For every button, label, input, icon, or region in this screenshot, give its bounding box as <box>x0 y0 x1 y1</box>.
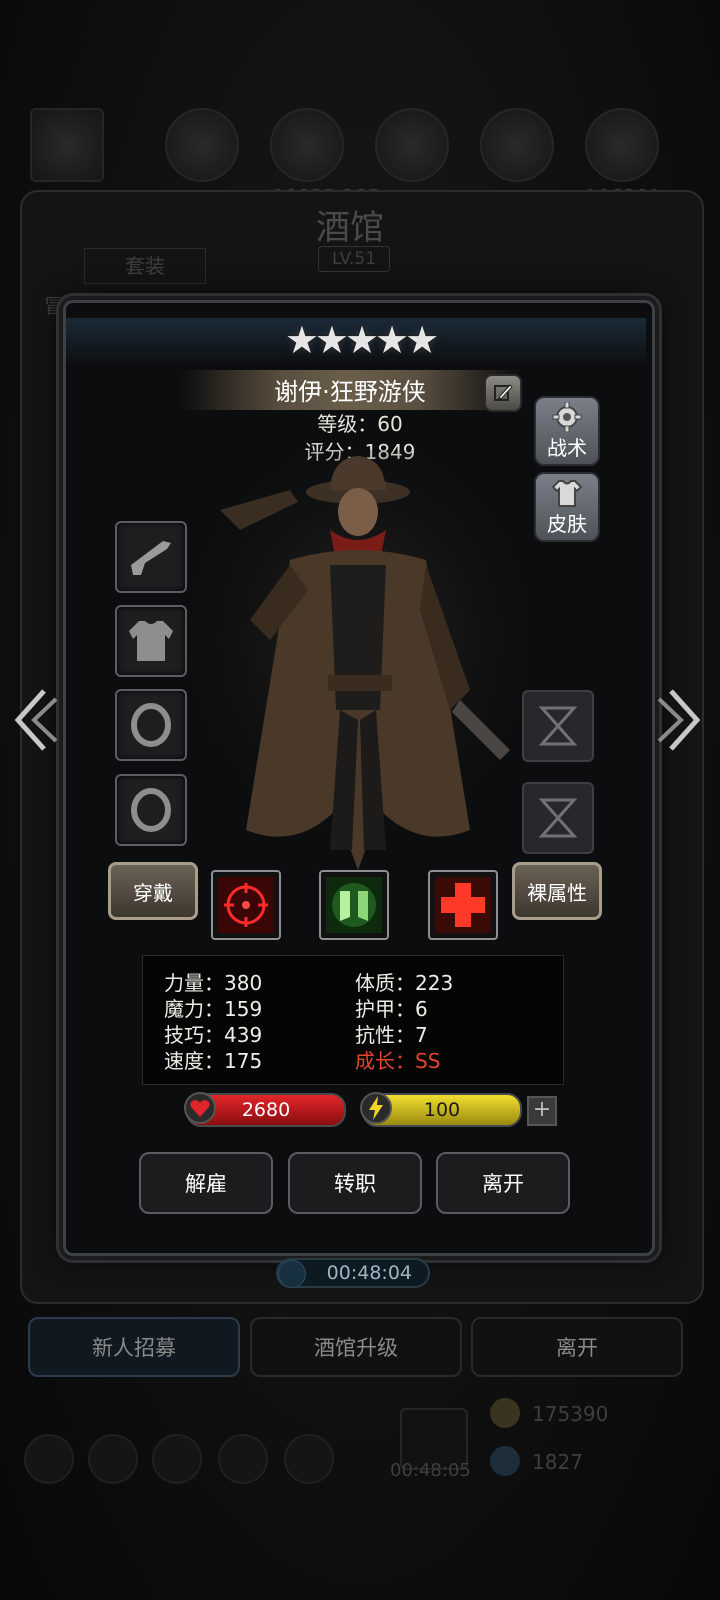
tactics-label: 战术 <box>547 435 587 460</box>
dismiss-button[interactable]: 解雇 <box>139 1152 273 1214</box>
crosshair-skill-icon <box>218 877 274 933</box>
tavern-title: 酒馆 <box>316 208 384 248</box>
hourglass-icon <box>538 798 578 838</box>
timer-value: 00:48:04 <box>326 1262 412 1284</box>
heart-icon <box>184 1092 216 1124</box>
stat-growth: 成长：SS <box>355 1049 441 1073</box>
gem-amount: 1827 <box>532 1450 583 1474</box>
locked-slot-1[interactable] <box>522 690 594 762</box>
gold-amount: 175390 <box>532 1402 609 1426</box>
stat-resistance: 抗性：7 <box>355 1023 428 1047</box>
gem-icon <box>490 1446 520 1476</box>
boots-skill-icon <box>326 877 382 933</box>
locked-slot-2[interactable] <box>522 782 594 854</box>
next-hero-arrow[interactable] <box>655 685 705 755</box>
portrait-icon <box>30 108 104 182</box>
stat-skill: 技巧：439 <box>164 1023 263 1047</box>
star-rating: ★★★★★ <box>284 318 439 362</box>
stat-strength: 力量：380 <box>164 971 263 995</box>
bg-menu-icon <box>585 108 659 182</box>
rename-button[interactable] <box>484 374 522 412</box>
stat-magic: 魔力：159 <box>164 997 263 1021</box>
ring-slot-1[interactable] <box>115 689 187 761</box>
bg-menu-icon <box>270 108 344 182</box>
skill-slot-2[interactable] <box>319 870 389 940</box>
skin-label: 皮肤 <box>547 511 587 536</box>
clock-icon <box>278 1260 306 1288</box>
gear-icon <box>552 401 582 432</box>
stat-constitution: 体质：223 <box>355 971 454 995</box>
bottom-nav-icon <box>24 1434 74 1484</box>
bg-leave-button: 离开 <box>471 1317 683 1377</box>
bottom-nav-icon <box>152 1434 202 1484</box>
heal-cross-icon <box>435 877 491 933</box>
change-job-button[interactable]: 转职 <box>288 1152 422 1214</box>
tavern-upgrade-button: 酒馆升级 <box>250 1317 462 1377</box>
bottom-nav-icon <box>284 1434 334 1484</box>
armor-icon <box>129 621 173 661</box>
hp-value: 2680 <box>241 1099 291 1121</box>
gold-coin-icon <box>490 1398 520 1428</box>
lightning-icon <box>360 1092 392 1124</box>
wear-button[interactable]: 穿戴 <box>108 862 198 920</box>
bottom-nav-icon <box>218 1434 268 1484</box>
tactics-button[interactable]: 战术 <box>534 396 600 466</box>
hourglass-icon <box>538 706 578 746</box>
recruit-button: 新人招募 <box>28 1317 240 1377</box>
hero-level: 等级：60 <box>317 412 403 436</box>
stat-speed: 速度：175 <box>164 1049 263 1073</box>
energy-value: 100 <box>423 1099 461 1121</box>
leave-button[interactable]: 离开 <box>436 1152 570 1214</box>
skill-slot-3[interactable] <box>428 870 498 940</box>
bg-menu-icon <box>480 108 554 182</box>
set-tab: 套装 <box>84 248 206 284</box>
ring-slot-2[interactable] <box>115 774 187 846</box>
bg-menu-icon <box>165 108 239 182</box>
pistol-icon <box>131 541 171 575</box>
prev-hero-arrow[interactable] <box>10 685 60 755</box>
shirt-icon <box>551 479 583 507</box>
hero-portrait <box>180 450 540 870</box>
skin-button[interactable]: 皮肤 <box>534 472 600 542</box>
edit-icon <box>494 384 513 401</box>
bg-menu-icon <box>375 108 449 182</box>
add-energy-button[interactable]: + <box>527 1096 557 1126</box>
ring-icon <box>131 788 171 832</box>
tavern-level: LV.51 <box>318 246 390 272</box>
ring-icon <box>131 703 171 747</box>
bare-attributes-button[interactable]: 裸属性 <box>512 862 602 920</box>
skill-slot-1[interactable] <box>211 870 281 940</box>
bottom-nav-icon <box>88 1434 138 1484</box>
stat-armor: 护甲：6 <box>355 997 428 1021</box>
armor-slot[interactable] <box>115 605 187 677</box>
hero-name: 谢伊·狂野游侠 <box>274 378 426 406</box>
weapon-slot[interactable] <box>115 521 187 593</box>
bottom-timer: 00:48:05 <box>390 1460 471 1481</box>
